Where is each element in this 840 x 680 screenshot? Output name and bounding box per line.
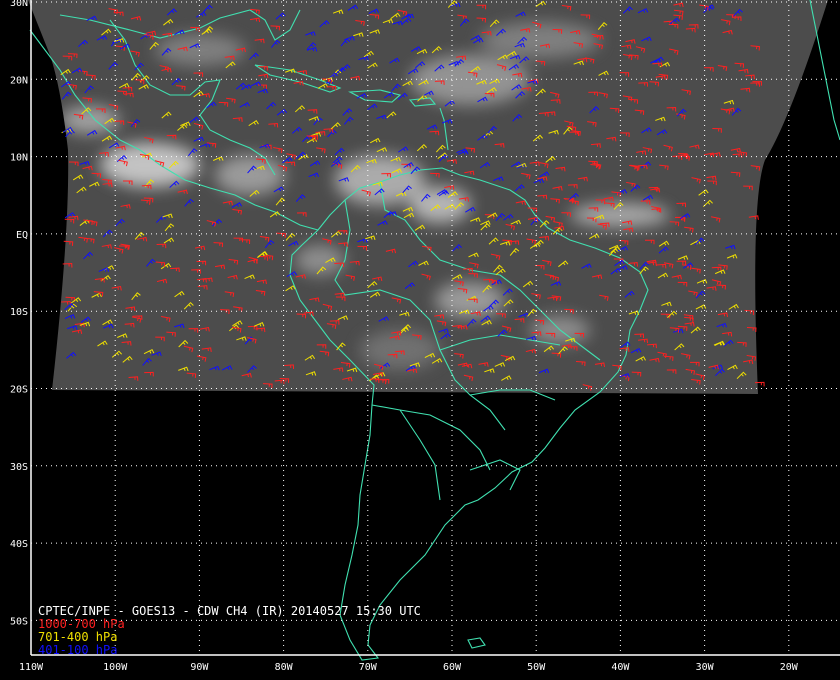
latitude-label: 20N [10,75,28,86]
longitude-label: 100W [103,662,128,673]
ir-satellite-image [28,0,828,394]
latitude-label: 10N [10,153,28,164]
longitude-label: 110W [19,662,44,673]
latitude-label: 30S [10,462,28,473]
satellite-wind-map: 30N 20N 10N EQ 10S 20S 30S 40S 50S 110W 100W 90W 80… [0,0,840,680]
latitude-label: 10S [10,307,28,318]
legend-high-level: 401-100 hPa [38,643,118,657]
latitude-label: 40S [10,539,28,550]
longitude-label: 60W [443,662,462,673]
legend-mid-level: 701-400 hPa [38,630,118,644]
latitude-label: 20S [10,385,28,396]
longitude-label: 30W [696,662,715,673]
latitude-label: 50S [10,616,28,627]
longitude-label: 20W [780,662,799,673]
longitude-label: 50W [527,662,546,673]
longitude-label: 40W [611,662,630,673]
latitude-label: EQ [16,230,28,241]
longitude-label: 90W [190,662,209,673]
image-caption: CPTEC/INPE - GOES13 - CDW CH4 (IR) 20140… [38,604,421,618]
latitude-label: 30N [10,0,28,9]
longitude-label: 80W [275,662,294,673]
legend-low-level: 1000-700 hPa [38,617,125,631]
longitude-label: 70W [359,662,378,673]
